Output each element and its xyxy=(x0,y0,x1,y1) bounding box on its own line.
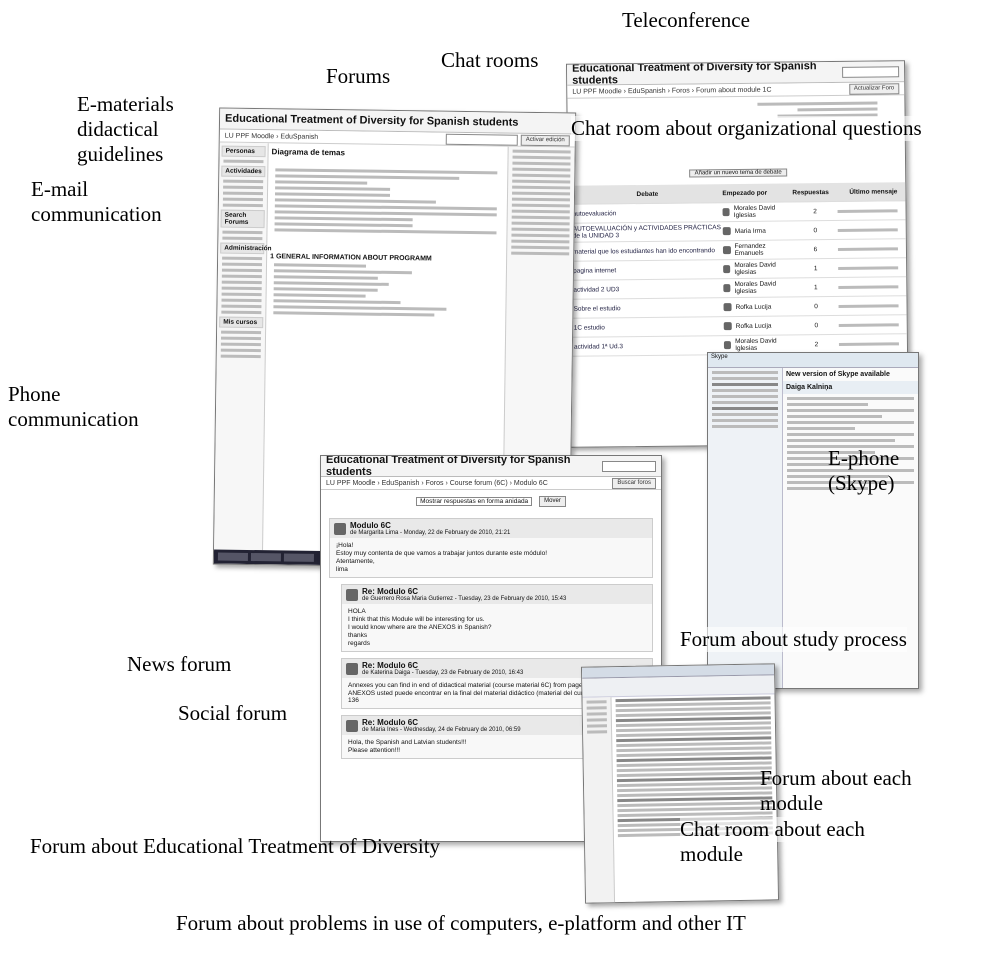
topic-title[interactable]: 1C estudio xyxy=(574,323,724,331)
topic-replies: 0 xyxy=(813,226,818,234)
label-forum-it: Forum about problems in use of computers… xyxy=(176,911,746,935)
topic-author[interactable]: Maria Irma xyxy=(735,227,766,234)
forum-post: Re: Modulo 6C de Guerrero Rosa Maria Guti… xyxy=(341,584,653,652)
user-avatar xyxy=(723,284,731,293)
discussion-breadcrumb[interactable]: LU PPF Moodle › EduSpanish › Foros › Cou… xyxy=(321,477,661,490)
user-avatar xyxy=(723,322,732,331)
post-author: de Maria Ines - Wednesday, 24 de Februar… xyxy=(362,727,521,733)
label-forum-edu: Forum about Educational Treatment of Div… xyxy=(30,834,441,858)
topic-replies: 0 xyxy=(814,302,818,310)
topic-author[interactable]: Morales David Iglesias xyxy=(735,337,794,352)
webmail-screenshot xyxy=(580,663,780,904)
display-mode-select[interactable]: Mostrar respuestas en forma anidada xyxy=(416,496,533,506)
skype-contact-name: Daiga Kalniņa xyxy=(783,381,918,394)
topic-title[interactable]: actividad 2 UD3 xyxy=(573,285,723,293)
user-avatar xyxy=(722,208,730,217)
topic-title[interactable]: pagina internet xyxy=(573,266,723,274)
user-avatar xyxy=(334,522,346,535)
topic-author[interactable]: Morales David Iglesias xyxy=(734,280,793,295)
post-subject[interactable]: Re: Modulo 6C xyxy=(362,718,521,727)
skype-new-version: New version of Skype available xyxy=(786,371,890,378)
topic-title[interactable]: autoevaluación xyxy=(573,209,723,217)
user-avatar xyxy=(346,719,358,732)
post-body-line: I would know where are the ANEXOS in Spa… xyxy=(348,624,492,631)
post-body-line: HOLA xyxy=(348,608,366,615)
label-phone: Phone xyxy=(8,382,61,406)
post-body-line: Atentamente, xyxy=(336,558,375,565)
user-avatar xyxy=(723,303,732,312)
topic-replies: 2 xyxy=(813,207,817,215)
topic-author[interactable]: Morales David Iglesias xyxy=(734,261,793,276)
label-chat-rooms: Chat rooms xyxy=(441,48,539,72)
post-subject[interactable]: Modulo 6C xyxy=(350,521,510,530)
post-author: de Margarita Lima - Monday, 22 de Februa… xyxy=(350,530,511,536)
topic-title[interactable]: AUTOEVALUACIÓN y ACTIVIDADES PRÁCTICAS d… xyxy=(573,224,723,240)
topic-diagram-heading: Diagrama de temas xyxy=(271,147,346,158)
user-avatar xyxy=(346,662,358,675)
topic-replies: 2 xyxy=(814,340,819,348)
topic-replies: 1 xyxy=(814,283,818,291)
label-ephone: E-phone xyxy=(828,446,900,470)
label-forum-module: Forum about each xyxy=(760,766,912,790)
post-body-line: Estoy muy contenta de que vamos a trabaj… xyxy=(336,550,548,557)
label-teleconference: Teleconference xyxy=(622,8,750,32)
user-avatar xyxy=(723,265,731,274)
label-e-materials: E-materials xyxy=(77,92,174,116)
label-didactical: didactical xyxy=(77,117,159,141)
post-body-line: regards xyxy=(348,640,371,647)
topic-title[interactable]: actividad 1ª Ud.3 xyxy=(574,342,724,351)
webmail-message-list[interactable] xyxy=(611,694,778,903)
topic-author[interactable]: Rofka Lucija xyxy=(736,322,772,329)
label-skype: (Skype) xyxy=(828,471,895,495)
topic-author[interactable]: Morales David Iglesias xyxy=(734,204,793,219)
topic-replies: 6 xyxy=(813,245,818,253)
label-guidelines: guidelines xyxy=(77,142,164,166)
forum-post: Modulo 6C de Margarita Lima - Monday, 22 … xyxy=(329,518,653,578)
label-forum-study: Forum about study process xyxy=(680,627,907,652)
discussion-window-title: Educational Treatment of Diversity for S… xyxy=(321,456,661,478)
label-chat-module: Chat room about each xyxy=(680,817,865,842)
course-left-sidebar: Personas Actividades Search Forums Admin… xyxy=(214,142,272,551)
topic-replies: 0 xyxy=(814,321,819,329)
topic-author[interactable]: Fernandez Emanuels xyxy=(734,242,793,257)
move-button[interactable]: Mover xyxy=(539,495,566,507)
topic-title[interactable]: material que los estudiantes han ido enc… xyxy=(573,247,723,255)
user-avatar xyxy=(346,588,358,601)
label-news-forum: News forum xyxy=(127,652,232,676)
label-forums: Forums xyxy=(326,64,391,88)
edit-toggle-button[interactable]: Activar edición xyxy=(520,134,570,146)
post-subject[interactable]: Re: Modulo 6C xyxy=(362,587,566,596)
post-body-line: lima xyxy=(336,566,348,573)
user-avatar xyxy=(723,341,732,350)
topic-title[interactable]: Sobre el estudio xyxy=(574,304,724,312)
webmail-folders[interactable] xyxy=(582,697,616,904)
topic-author[interactable]: Rofka Lucija xyxy=(736,303,772,310)
label-email: E-mail xyxy=(31,177,89,201)
label-social-forum: Social forum xyxy=(178,701,288,725)
label-chat-module-2: module xyxy=(680,842,743,866)
label-forum-module-2: module xyxy=(760,791,823,815)
section-1-heading: 1 GENERAL INFORMATION ABOUT PROGRAMM xyxy=(270,253,432,263)
post-subject[interactable]: Re: Modulo 6C xyxy=(362,661,523,670)
label-email-communication: communication xyxy=(31,202,162,226)
user-avatar xyxy=(722,227,731,236)
topic-replies: 1 xyxy=(813,264,818,272)
post-body-line: thanks xyxy=(348,632,368,639)
skype-menu-bar[interactable]: Skype xyxy=(708,353,918,368)
add-topic-button[interactable]: Añadir un nuevo tema de debate xyxy=(689,168,787,178)
user-avatar xyxy=(722,246,731,255)
search-forums-button[interactable]: Buscar foros xyxy=(612,477,656,489)
update-forum-button[interactable]: Actualizar Foro xyxy=(848,82,900,95)
post-author: de Guerrero Rosa Maria Gutierrez - Tuesd… xyxy=(362,596,567,602)
post-body-line: I think that this Module will be interes… xyxy=(348,616,485,623)
label-chat-org: Chat room about organizational questions xyxy=(571,116,922,141)
post-body-line: ¡Hola! xyxy=(336,542,354,549)
post-author: de Katerina Daiga - Tuesday, 23 de Febru… xyxy=(362,670,524,676)
label-phone-communication: communication xyxy=(8,407,139,431)
